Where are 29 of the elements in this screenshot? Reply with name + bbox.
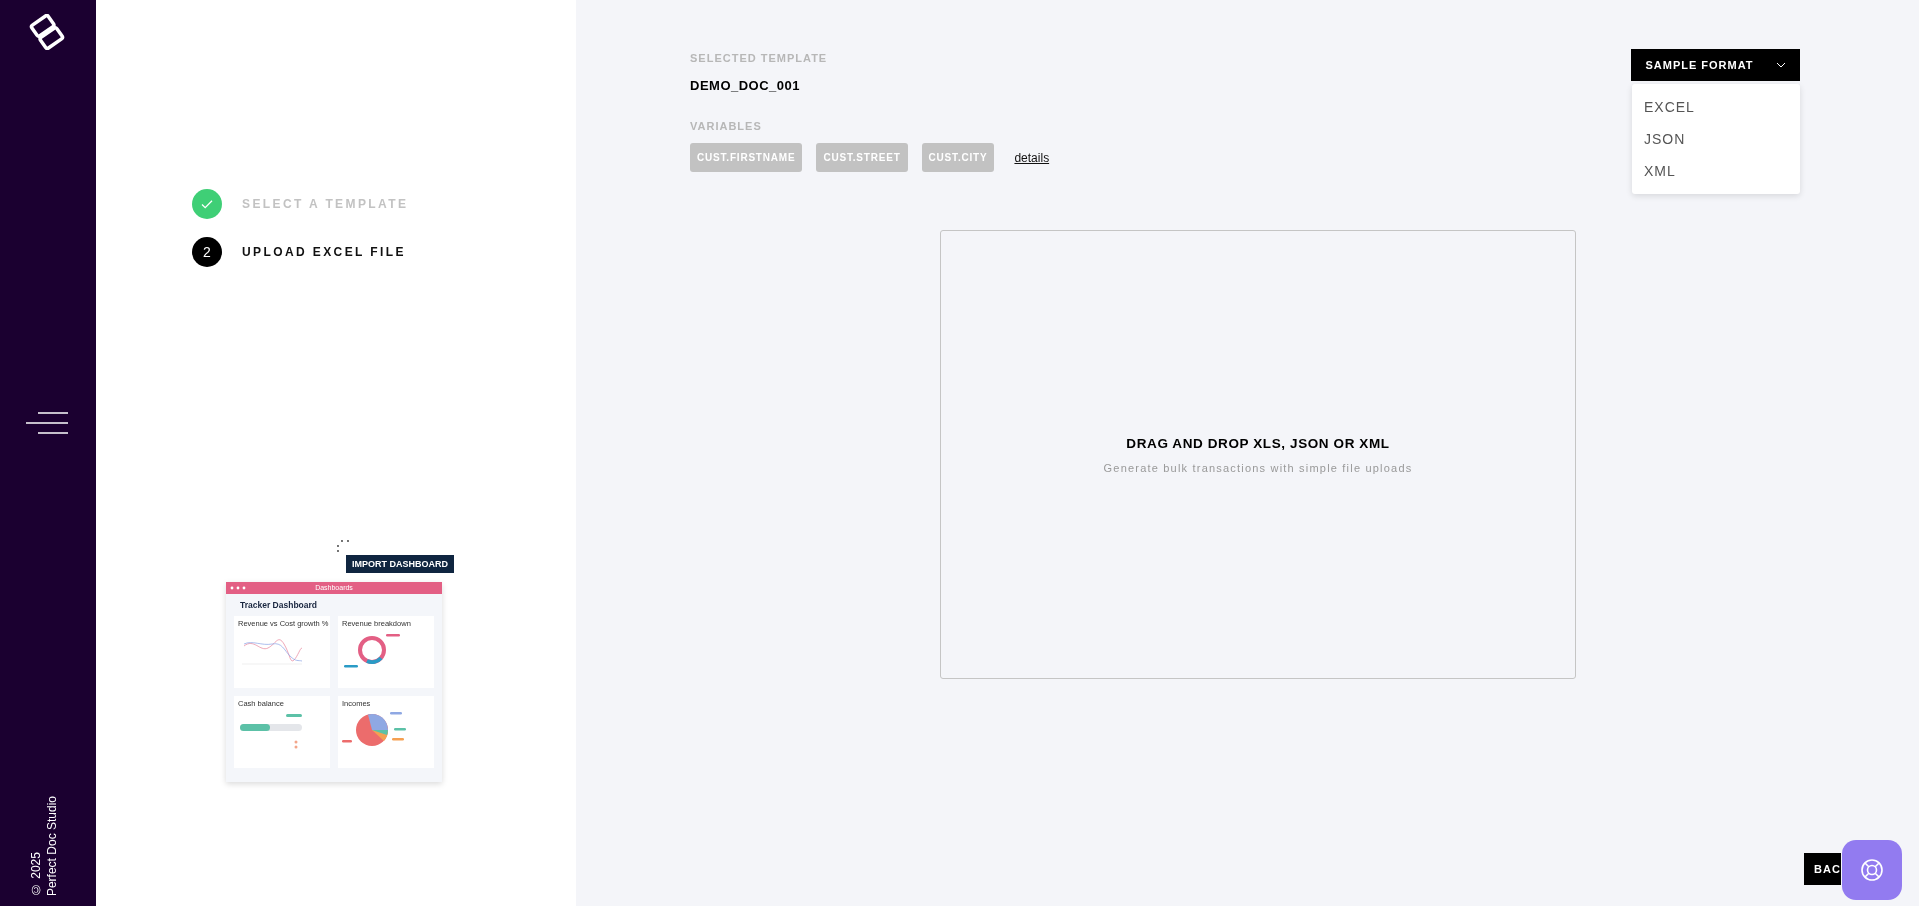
variable-tag: CUST.FIRSTNAME (690, 143, 803, 172)
dropdown-option[interactable]: JSON (1632, 123, 1800, 155)
step-number: 2 (192, 237, 222, 267)
lifebuoy-icon (1860, 858, 1884, 882)
window-dots-icon (230, 586, 246, 590)
chevron-down-icon (1775, 62, 1786, 68)
step-label: UPLOAD EXCEL FILE (242, 245, 406, 259)
dropdown-option[interactable]: EXCEL (1632, 91, 1800, 123)
step-label: SELECT A TEMPLATE (242, 197, 409, 211)
company-name: Perfect Doc Studio (44, 795, 60, 896)
back-button[interactable]: BAC (1804, 853, 1841, 885)
section-label: VARIABLES (690, 120, 763, 132)
variable-tag: CUST.STREET (816, 143, 908, 172)
sample-format-button[interactable]: SAMPLE FORMAT (1631, 49, 1800, 81)
dropdown-option[interactable]: XML (1632, 155, 1800, 187)
file-drop-zone[interactable]: DRAG AND DROP XLS, JSON OR XML Generate bulk transactions with simple file uploads (940, 230, 1576, 679)
variable-tag: CUST.CITY (921, 143, 995, 172)
dashboard-heading: Tracker Dashboard (240, 600, 318, 610)
import-dashboard-badge: IMPORT DASHBOARD (346, 555, 454, 573)
dots-icon (336, 539, 352, 553)
help-button[interactable] (1842, 840, 1902, 900)
section-label: SELECTED TEMPLATE (690, 52, 829, 64)
drop-zone-title: DRAG AND DROP XLS, JSON OR XML (1126, 435, 1390, 451)
logo-icon[interactable] (29, 14, 65, 50)
menu-icon[interactable] (26, 412, 68, 434)
drop-zone-subtitle: Generate bulk transactions with simple file uploads (1103, 461, 1413, 474)
template-name: DEMO_DOC_001 (690, 78, 802, 93)
copyright-text: © 2025 (28, 850, 44, 896)
details-link[interactable]: details (1014, 150, 1050, 165)
